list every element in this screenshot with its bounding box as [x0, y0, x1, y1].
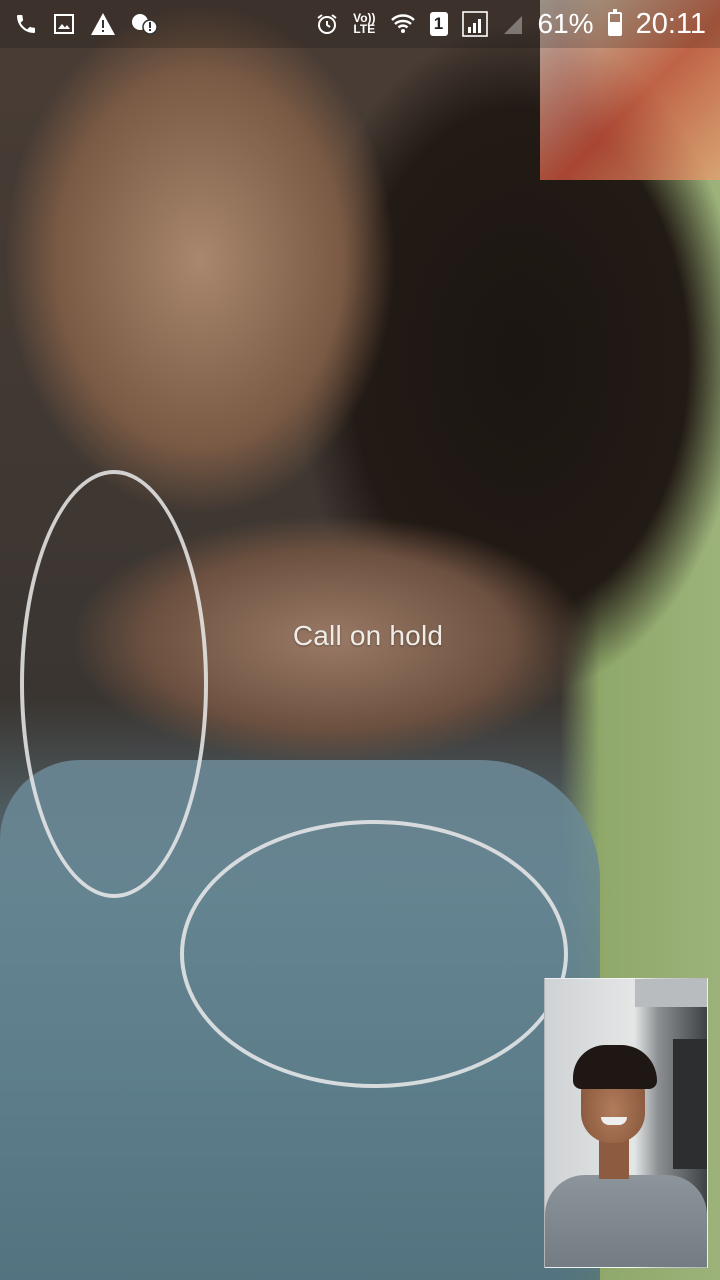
signal-empty-icon [502, 10, 524, 38]
alarm-icon [315, 10, 339, 38]
wifi-icon [390, 10, 416, 38]
status-bar-right: Vo)) LTE 1 61% 20:11 [315, 8, 706, 41]
preview-person-hair [573, 1045, 657, 1089]
battery-level-fill [609, 21, 620, 34]
lte-label: LTE [353, 22, 376, 36]
call-on-hold-label: Call on hold [292, 620, 444, 651]
status-bar-left [14, 10, 158, 38]
battery-percent: 61% [537, 8, 594, 39]
preview-person-smile [601, 1117, 627, 1125]
volte-icon: Vo)) LTE [353, 10, 375, 38]
signal-icon [461, 10, 488, 38]
chat-alert-icon [130, 10, 158, 38]
phone-icon [14, 10, 38, 38]
preview-background [673, 1039, 707, 1169]
self-camera-preview[interactable] [544, 978, 708, 1268]
preview-person-shirt [545, 1175, 707, 1267]
status-bar: Vo)) LTE 1 61% 20:11 [0, 0, 720, 48]
earphone-cable [180, 820, 568, 1088]
preview-person-neck [599, 1139, 629, 1179]
sim-icon: 1 [429, 12, 448, 36]
warning-icon [90, 10, 116, 38]
earphone-cable [20, 470, 208, 898]
image-icon [52, 10, 76, 38]
preview-background [635, 979, 707, 1007]
battery-icon [607, 9, 622, 36]
clock: 20:11 [635, 7, 706, 40]
